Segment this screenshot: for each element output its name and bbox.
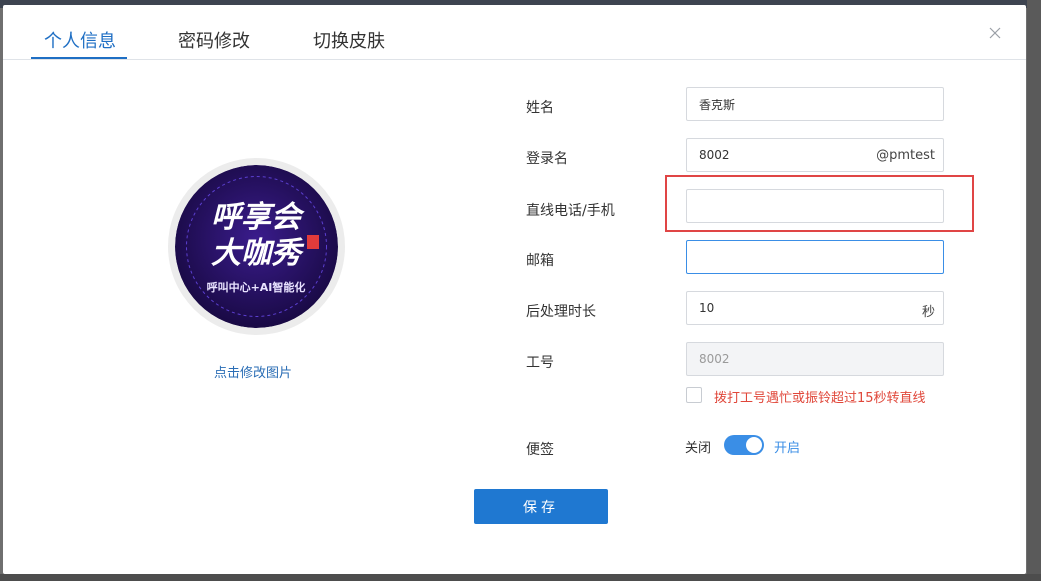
work-no-field (686, 342, 944, 376)
after-call-field[interactable]: 秒 (686, 291, 944, 325)
change-avatar-link[interactable]: 点击修改图片 (214, 362, 292, 381)
after-call-input[interactable] (687, 292, 943, 324)
sticky-note-toggle[interactable] (724, 435, 764, 455)
seconds-suffix: 秒 (921, 305, 935, 320)
phone-label: 直线电话/手机 (526, 203, 615, 219)
name-input[interactable] (687, 88, 943, 120)
avatar-art-line1: 呼享会 (211, 200, 305, 235)
dialog-tabs: 个人信息 密码修改 切换皮肤 (3, 5, 1026, 60)
profile-dialog: 个人信息 密码修改 切换皮肤 呼享会 大咖秀 呼叫中心+AI智能化 点击修改图片… (3, 5, 1026, 574)
name-label: 姓名 (526, 100, 554, 116)
toggle-knob (746, 437, 762, 453)
work-no-label: 工号 (526, 355, 554, 371)
email-field[interactable] (686, 240, 944, 274)
name-field[interactable] (686, 87, 944, 121)
forward-checkbox[interactable] (686, 387, 702, 403)
login-name-label: 登录名 (526, 151, 568, 167)
after-call-label: 后处理时长 (526, 304, 596, 320)
switch-on-label: 开启 (774, 441, 801, 456)
email-label: 邮箱 (526, 253, 554, 269)
avatar[interactable]: 呼享会 大咖秀 呼叫中心+AI智能化 (168, 158, 345, 335)
email-input[interactable] (687, 241, 943, 273)
save-button[interactable]: 保存 (474, 489, 608, 524)
active-tab-indicator (31, 57, 127, 59)
avatar-art-subtitle: 呼叫中心+AI智能化 (207, 280, 306, 294)
avatar-art-line2: 大咖秀 (211, 236, 305, 271)
close-button[interactable] (987, 25, 1003, 41)
login-domain-suffix: @pmtest (876, 148, 935, 163)
phone-highlight-annotation (665, 175, 974, 232)
tab-personal-info[interactable]: 个人信息 (44, 27, 116, 53)
background-app-footer (0, 574, 1041, 581)
close-icon (989, 27, 1001, 39)
switch-off-label: 关闭 (685, 441, 712, 456)
tab-change-password[interactable]: 密码修改 (178, 27, 250, 53)
background-app-edge (1027, 0, 1041, 581)
sticky-note-label: 便签 (526, 442, 554, 458)
avatar-image: 呼享会 大咖秀 呼叫中心+AI智能化 (175, 165, 338, 328)
login-name-field[interactable]: @pmtest (686, 138, 944, 172)
forward-checkbox-label[interactable]: 拨打工号遇忙或振铃超过15秒转直线 (714, 387, 926, 406)
tab-switch-skin[interactable]: 切换皮肤 (313, 27, 385, 53)
work-no-input (687, 343, 943, 375)
